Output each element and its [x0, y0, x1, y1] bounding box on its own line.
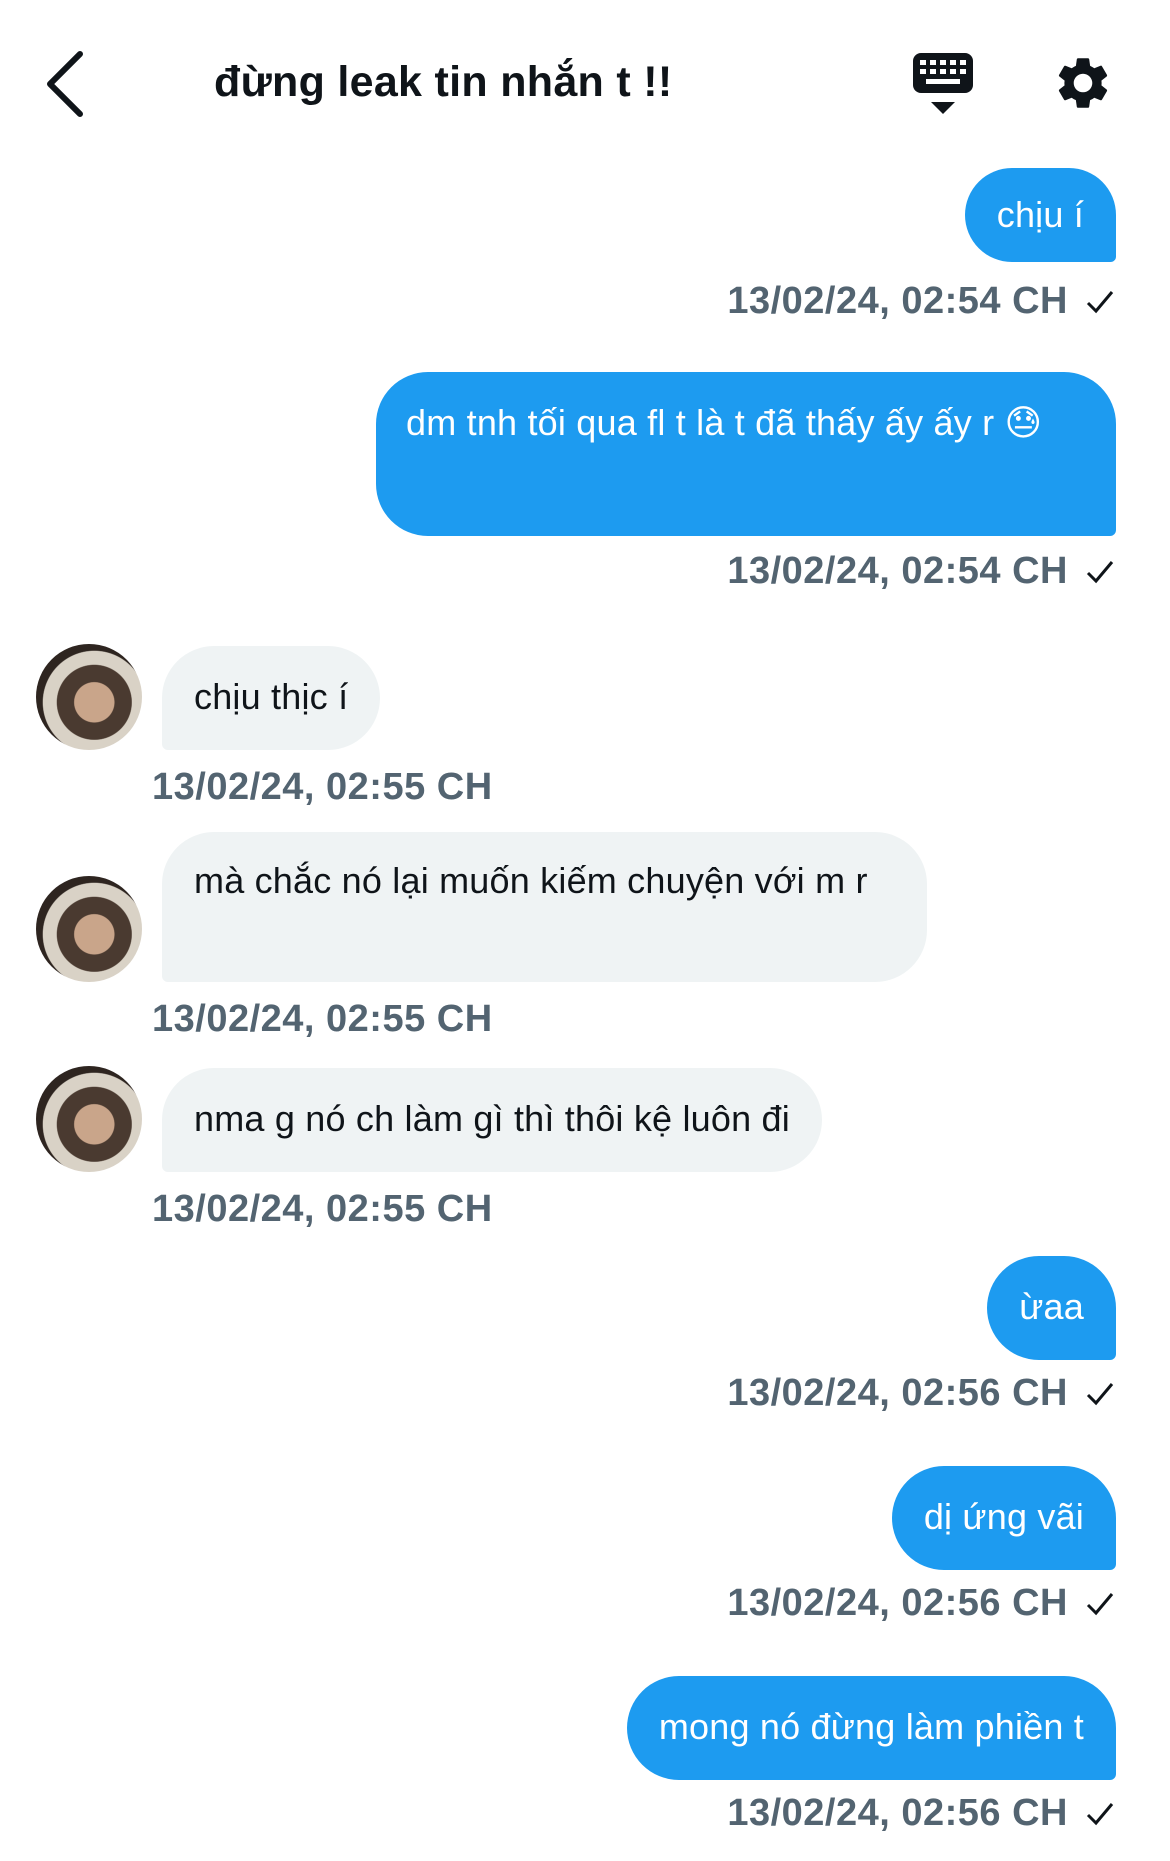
sent-check-icon: [1086, 1803, 1114, 1826]
message-bubble-received[interactable]: chịu thịc í: [162, 646, 381, 750]
message-timestamp: 13/02/24, 02:56 CH: [727, 1792, 1068, 1834]
avatar[interactable]: [36, 644, 142, 750]
message-timestamp: 13/02/24, 02:55 CH: [152, 998, 493, 1040]
message-text: dm tnh tối qua fl t là t đã thấy ấy ấy r…: [406, 402, 1043, 443]
message-bubble-sent[interactable]: dm tnh tối qua fl t là t đã thấy ấy ấy r…: [376, 372, 1116, 536]
conversation-title: đừng leak tin nhắn t !!: [214, 58, 673, 106]
message-timestamp: 13/02/24, 02:55 CH: [152, 766, 493, 808]
message-timestamp: 13/02/24, 02:55 CH: [152, 1188, 493, 1230]
message-timestamp: 13/02/24, 02:56 CH: [727, 1582, 1068, 1624]
message-text: dị ứng vãi: [923, 1496, 1084, 1537]
message-bubble-received[interactable]: mà chắc nó lại muốn kiếm chuyện với m r: [162, 832, 927, 982]
message-text: mà chắc nó lại muốn kiếm chuyện với m r: [194, 860, 868, 901]
sent-check-icon: [1086, 291, 1114, 314]
sent-check-icon: [1086, 1593, 1114, 1616]
avatar[interactable]: [36, 1066, 142, 1172]
message-bubble-sent[interactable]: chịu í: [964, 168, 1116, 262]
message-bubble-received[interactable]: nma g nó ch làm gì thì thôi kệ luôn đi: [162, 1068, 822, 1172]
message-timestamp: 13/02/24, 02:54 CH: [727, 280, 1068, 322]
message-text: chịu thịc í: [194, 676, 349, 717]
avatar[interactable]: [36, 876, 142, 982]
message-bubble-sent[interactable]: ừaa: [987, 1256, 1116, 1360]
message-bubble-sent[interactable]: dị ứng vãi: [891, 1466, 1116, 1570]
message-bubble-sent[interactable]: mong nó đừng làm phiền t: [626, 1676, 1116, 1780]
message-timestamp: 13/02/24, 02:56 CH: [727, 1372, 1068, 1414]
keyboard-icon[interactable]: [912, 52, 974, 118]
sent-check-icon: [1086, 561, 1114, 584]
message-text: chịu í: [996, 194, 1084, 235]
sent-check-icon: [1086, 1383, 1114, 1406]
chevron-left-icon[interactable]: [40, 48, 90, 120]
message-text: nma g nó ch làm gì thì thôi kệ luôn đi: [194, 1098, 790, 1139]
message-text: ừaa: [1019, 1286, 1084, 1327]
gear-icon[interactable]: [1052, 52, 1114, 114]
message-text: mong nó đừng làm phiền t: [658, 1706, 1084, 1747]
conversation-header: đừng leak tin nhắn t !!: [0, 0, 1170, 160]
message-timestamp: 13/02/24, 02:54 CH: [727, 550, 1068, 592]
